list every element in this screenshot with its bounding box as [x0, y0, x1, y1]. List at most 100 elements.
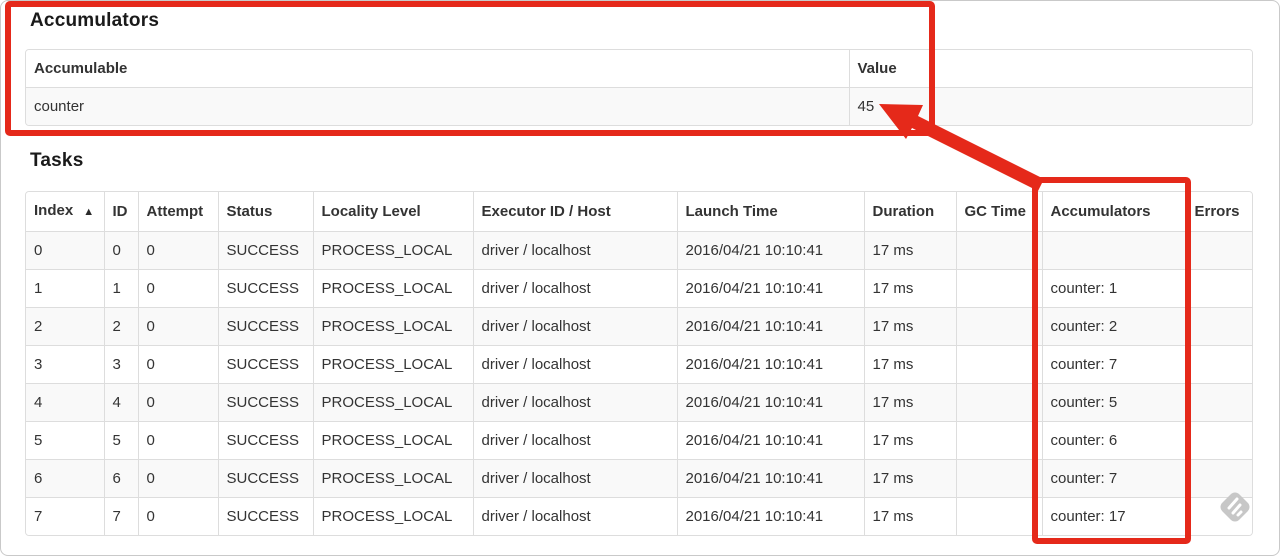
table-cell: 0	[137, 497, 218, 535]
table-cell	[955, 307, 1042, 346]
table-cell: driver / localhost	[472, 345, 677, 384]
table-cell: driver / localhost	[472, 269, 677, 308]
table-cell	[1185, 231, 1252, 270]
table-cell: PROCESS_LOCAL	[312, 231, 473, 270]
table-cell: counter: 2	[1041, 307, 1186, 346]
column-header-id[interactable]: ID	[103, 192, 138, 232]
sort-ascending-icon: ▲	[83, 206, 95, 218]
table-cell	[955, 269, 1042, 308]
table-cell: 0	[137, 269, 218, 308]
table-cell: 0	[137, 421, 218, 460]
table-row: 5 5 0 SUCCESS PROCESS_LOCAL driver / localhos…	[26, 421, 1252, 460]
table-row: 0 0 0 SUCCESS PROCESS_LOCAL driver / localhos…	[26, 231, 1252, 270]
table-cell: 2016/04/21 10:10:41	[676, 269, 864, 308]
table-cell: SUCCESS	[217, 307, 313, 346]
table-cell: counter: 1	[1041, 269, 1186, 308]
table-cell	[1185, 345, 1252, 384]
table-cell	[955, 383, 1042, 422]
table-row: 2 2 0 SUCCESS PROCESS_LOCAL driver / localhos…	[26, 307, 1252, 346]
column-header-errors[interactable]: Errors	[1185, 192, 1252, 232]
table-cell: 5	[26, 421, 104, 460]
table-cell: counter	[26, 87, 849, 125]
table-header-row: Accumulable Value	[26, 50, 1252, 88]
table-cell: 7	[103, 497, 138, 535]
column-header-value: Value	[848, 50, 1252, 88]
column-header-index[interactable]: Index ▲	[26, 192, 104, 232]
table-cell: 3	[103, 345, 138, 384]
table-cell: 2016/04/21 10:10:41	[676, 307, 864, 346]
table-cell: 0	[137, 459, 218, 498]
table-cell: counter: 5	[1041, 383, 1186, 422]
table-cell	[1185, 269, 1252, 308]
table-cell: 45	[848, 87, 1252, 125]
table-cell: 17 ms	[863, 459, 956, 498]
column-header-duration[interactable]: Duration	[863, 192, 956, 232]
column-header-executor-id-host[interactable]: Executor ID / Host	[472, 192, 677, 232]
table-cell: 17 ms	[863, 497, 956, 535]
table-cell: SUCCESS	[217, 269, 313, 308]
table-cell: 17 ms	[863, 269, 956, 308]
table-row: 7 7 0 SUCCESS PROCESS_LOCAL driver / localhos…	[26, 497, 1252, 535]
tasks-section-title: Tasks	[30, 150, 84, 171]
table-cell: SUCCESS	[217, 497, 313, 535]
table-cell: driver / localhost	[472, 497, 677, 535]
table-row: 6 6 0 SUCCESS PROCESS_LOCAL driver / localhos…	[26, 459, 1252, 498]
table-cell: 17 ms	[863, 421, 956, 460]
table-cell: 17 ms	[863, 307, 956, 346]
table-cell: 2016/04/21 10:10:41	[676, 345, 864, 384]
table-cell: 1	[103, 269, 138, 308]
table-cell: driver / localhost	[472, 421, 677, 460]
table-row: counter 45	[26, 87, 1252, 125]
table-row: 4 4 0 SUCCESS PROCESS_LOCAL driver / localhos…	[26, 383, 1252, 422]
accumulators-table: Accumulable Value counter 45	[26, 50, 1252, 125]
column-header-gc-time[interactable]: GC Time	[955, 192, 1042, 232]
table-cell: 7	[26, 497, 104, 535]
table-cell: 0	[137, 383, 218, 422]
table-cell: PROCESS_LOCAL	[312, 459, 473, 498]
table-cell: PROCESS_LOCAL	[312, 421, 473, 460]
table-header-row: Index ▲ ID Attempt Status Locality Level Execu…	[26, 192, 1252, 232]
table-cell	[1185, 383, 1252, 422]
table-cell: 6	[26, 459, 104, 498]
watermark-icon	[1220, 492, 1250, 522]
column-header-attempt[interactable]: Attempt	[137, 192, 218, 232]
table-cell	[1185, 307, 1252, 346]
table-cell: PROCESS_LOCAL	[312, 307, 473, 346]
column-header-status[interactable]: Status	[217, 192, 313, 232]
table-cell: PROCESS_LOCAL	[312, 497, 473, 535]
tasks-table: Index ▲ ID Attempt Status Locality Level Execu…	[26, 192, 1252, 535]
table-cell: 2	[103, 307, 138, 346]
table-cell: 17 ms	[863, 231, 956, 270]
table-cell: counter: 7	[1041, 459, 1186, 498]
table-cell: 2016/04/21 10:10:41	[676, 383, 864, 422]
table-cell	[955, 345, 1042, 384]
table-cell: SUCCESS	[217, 459, 313, 498]
table-cell: 0	[137, 231, 218, 270]
tasks-table-container: Index ▲ ID Attempt Status Locality Level Execu…	[25, 191, 1253, 536]
table-cell: 0	[137, 307, 218, 346]
table-cell: 4	[26, 383, 104, 422]
table-cell: driver / localhost	[472, 231, 677, 270]
table-cell: 2016/04/21 10:10:41	[676, 497, 864, 535]
table-cell: PROCESS_LOCAL	[312, 269, 473, 308]
accumulators-table-container: Accumulable Value counter 45	[25, 49, 1253, 126]
table-cell: SUCCESS	[217, 421, 313, 460]
table-cell: 0	[26, 231, 104, 270]
column-header-launch-time[interactable]: Launch Time	[676, 192, 864, 232]
table-cell: 0	[103, 231, 138, 270]
table-cell: counter: 6	[1041, 421, 1186, 460]
table-cell: 2016/04/21 10:10:41	[676, 231, 864, 270]
table-cell	[955, 459, 1042, 498]
spark-ui-stage-page: Accumulators Accumulable Value counter 45 T…	[0, 0, 1280, 556]
table-cell	[955, 231, 1042, 270]
column-header-locality-level[interactable]: Locality Level	[312, 192, 473, 232]
table-row: 1 1 0 SUCCESS PROCESS_LOCAL driver / localhos…	[26, 269, 1252, 308]
table-cell: driver / localhost	[472, 383, 677, 422]
table-cell	[1185, 421, 1252, 460]
table-cell: PROCESS_LOCAL	[312, 383, 473, 422]
table-cell: 5	[103, 421, 138, 460]
table-cell: 2	[26, 307, 104, 346]
table-row: 3 3 0 SUCCESS PROCESS_LOCAL driver / localhos…	[26, 345, 1252, 384]
table-cell: 3	[26, 345, 104, 384]
column-header-accumulators[interactable]: Accumulators	[1041, 192, 1186, 232]
